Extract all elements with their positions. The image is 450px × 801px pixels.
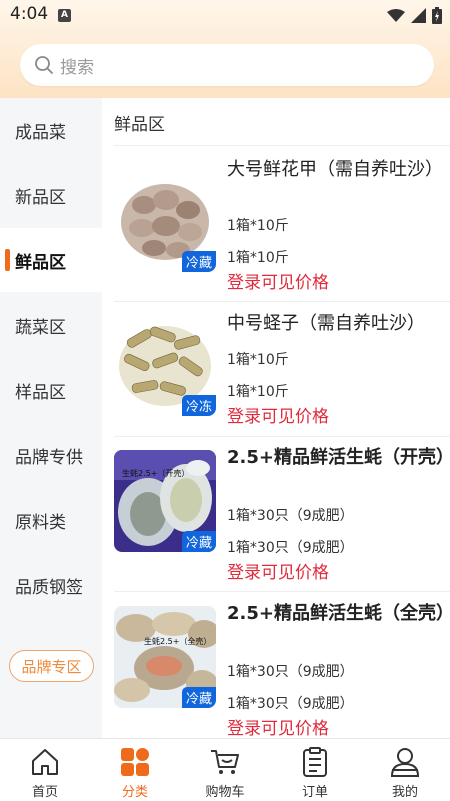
photo-label: 生蚝2.5+（全壳） [144,637,212,646]
sidebar-item[interactable]: 蔬菜区 [0,293,102,357]
tab-label: 分类 [121,785,148,800]
sidebar-item-label: 品质钢签 [15,577,83,598]
product-spec: 1箱*30只（9成肥） [227,508,354,524]
product-spec: 1箱*10斤 [227,384,289,400]
divider [114,591,450,592]
photo-label: 生蚝2.5+（开壳） [122,469,190,478]
sidebar-item[interactable]: 品牌专供 [0,423,102,487]
login-price-link[interactable]: 登录可见价格 [227,402,329,427]
user-icon [390,748,420,777]
cart-icon [211,750,239,774]
divider [114,145,450,146]
tab-label: 订单 [301,785,328,800]
product-name[interactable]: 2.5+精品鲜活生蚝（开壳） [227,446,450,470]
signal-icon [411,8,426,23]
tab-category[interactable]: 分类 [90,739,180,801]
product-name[interactable]: 大号鲜花甲（需自养吐沙） [227,158,447,182]
product-spec: 1箱*10斤 [227,218,289,234]
product-image[interactable]: 冷藏 [114,170,216,272]
product-image[interactable]: 冷冻 [114,314,216,416]
sidebar-item[interactable]: 样品区 [0,358,102,422]
tab-me[interactable]: 我的 [360,739,450,801]
divider [114,436,450,437]
sidebar-item-label: 样品区 [15,382,66,403]
battery-icon [432,7,442,24]
sidebar-item-label: 原料类 [15,512,66,533]
product-name[interactable]: 中号蛏子（需自养吐沙） [227,312,447,336]
top-header: 4:04 A 搜索 [0,0,450,98]
category-icon [121,748,149,776]
status-icons [387,7,442,24]
sidebar-item[interactable]: 新品区 [0,163,102,227]
product-image[interactable]: 生蚝2.5+（全壳） 冷藏 [114,606,216,708]
notification-icon: A [58,9,71,22]
home-icon [32,749,58,775]
divider [114,301,450,302]
product-name[interactable]: 2.5+精品鲜活生蚝（全壳） [227,602,450,626]
tab-label: 我的 [391,785,418,800]
product-spec: 1箱*30只（9成肥） [227,664,354,680]
section-title: 鲜品区 [114,115,165,135]
login-price-link[interactable]: 登录可见价格 [227,268,329,293]
search-icon [35,56,53,74]
brand-zone-button[interactable]: 品牌专区 [9,650,94,682]
tab-cart[interactable]: 购物车 [180,739,270,801]
tab-home[interactable]: 首页 [0,739,90,801]
sidebar-item[interactable]: 成品菜 [0,98,102,162]
product-spec: 1箱*10斤 [227,352,289,368]
tab-orders[interactable]: 订单 [270,739,360,801]
sidebar-item-label: 成品菜 [15,122,66,143]
sidebar-item-label: 新品区 [15,187,66,208]
order-icon [303,747,327,777]
sidebar-item-label: 鲜品区 [15,252,66,273]
product-list: 鲜品区 冷藏 大号鲜花甲（需自养吐沙） 1箱*10斤 1箱*10斤 登录可见价格 [102,98,450,739]
wifi-icon [387,8,405,22]
status-bar: 4:04 A [0,0,450,30]
sidebar-item[interactable]: 品质钢签 [0,553,102,617]
sidebar-item-label: 蔬菜区 [15,317,66,338]
bottom-tab-bar: 首页 分类 购物车 订单 我的 [0,738,450,801]
storage-badge: 冷冻 [181,395,216,416]
login-price-link[interactable]: 登录可见价格 [227,714,329,739]
storage-badge: 冷藏 [181,251,216,272]
storage-badge: 冷藏 [181,531,216,552]
tab-label: 购物车 [205,785,245,800]
product-spec: 1箱*30只（9成肥） [227,696,354,712]
category-sidebar: 成品菜 新品区 鲜品区 蔬菜区 样品区 品牌专供 原料类 品质钢签 品牌专区 [0,98,102,738]
product-spec: 1箱*30只（9成肥） [227,540,354,556]
product-image[interactable]: 生蚝2.5+（开壳） 冷藏 [114,450,216,552]
search-bar[interactable]: 搜索 [20,44,434,86]
sidebar-item-active[interactable]: 鲜品区 [0,228,102,292]
tab-label: 首页 [31,785,58,800]
storage-badge: 冷藏 [181,687,216,708]
product-spec: 1箱*10斤 [227,250,289,266]
login-price-link[interactable]: 登录可见价格 [227,558,329,583]
sidebar-item[interactable]: 原料类 [0,488,102,552]
status-time: 4:04 [10,4,49,24]
sidebar-item-label: 品牌专供 [15,447,83,468]
search-input[interactable]: 搜索 [60,53,94,78]
